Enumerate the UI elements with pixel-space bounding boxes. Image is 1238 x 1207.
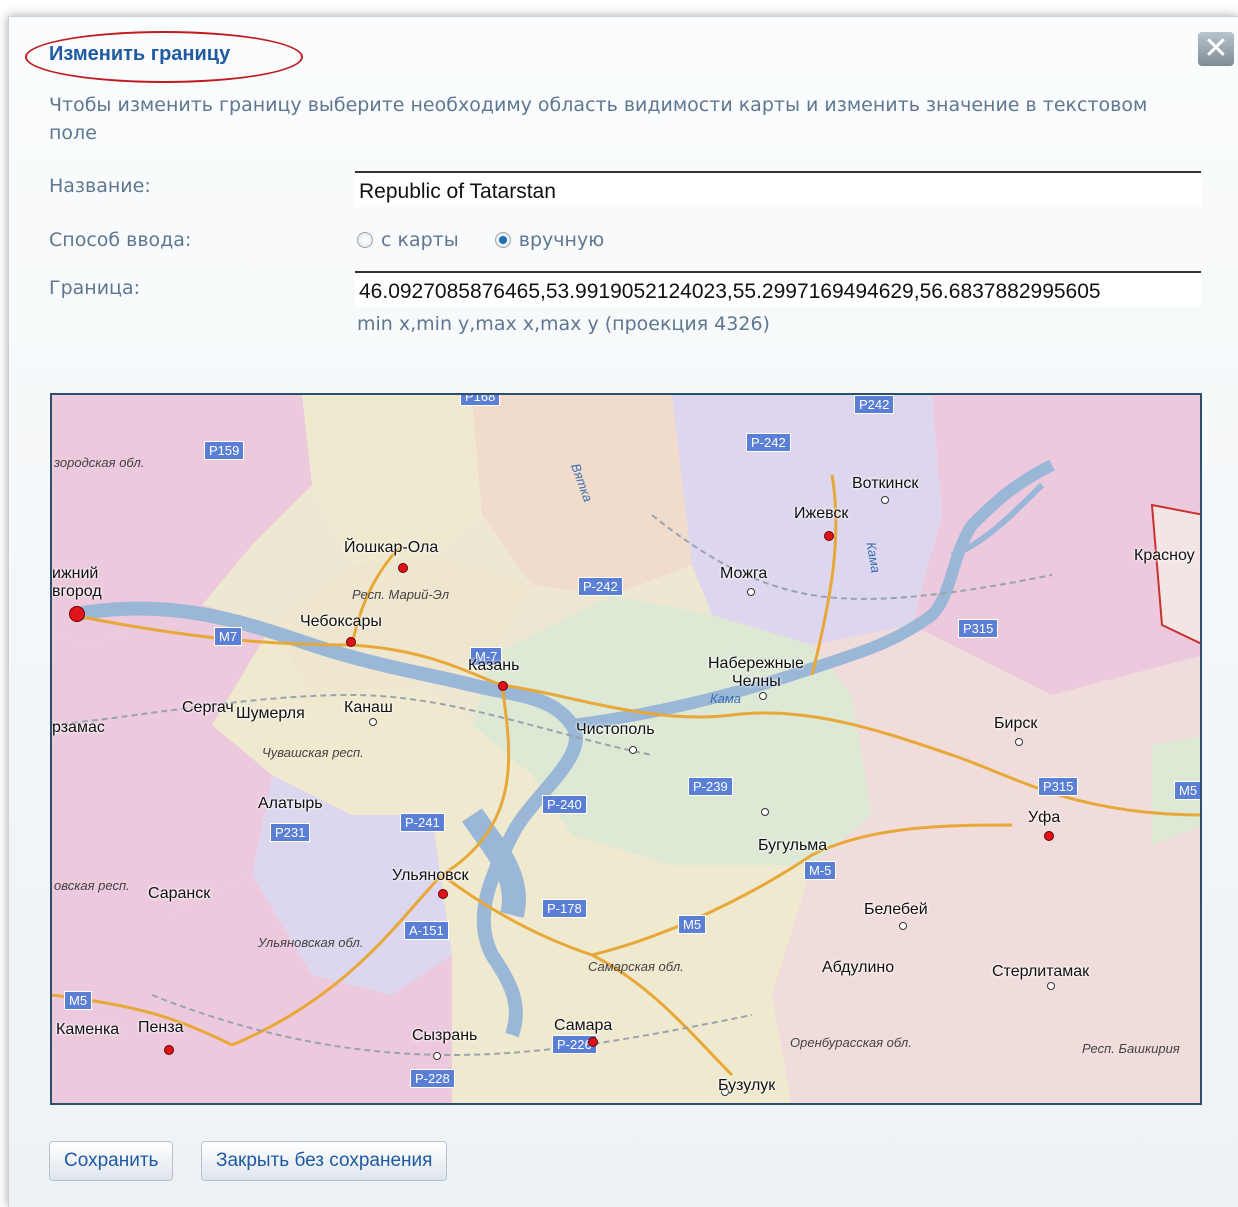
map-region-label: Самарская обл. <box>588 959 684 974</box>
map-city-label: Йошкар-Ола <box>344 539 439 556</box>
map-road-badge: Р-240 <box>542 795 587 814</box>
input-method-label: Способ ввода: <box>49 229 192 251</box>
map-road-badge: Р-242 <box>746 433 791 452</box>
map-town-marker <box>761 808 769 816</box>
radio-manual-label: вручную <box>518 229 605 251</box>
map-city-label: Пенза <box>138 1019 184 1036</box>
map-road-badge: Р-228 <box>410 1069 455 1088</box>
map-city-label: Бузулук <box>718 1077 776 1094</box>
map-city-label: Ижевск <box>794 505 849 522</box>
border-input[interactable] <box>355 271 1201 307</box>
map-road-badge: Р231 <box>270 823 311 842</box>
map-city-label: ижний <box>52 565 99 582</box>
map-city-label: Воткинск <box>852 475 919 492</box>
map-road-badge: Р242 <box>854 395 895 414</box>
map-city-label: Шумерля <box>236 705 305 722</box>
map-region-label: зородская обл. <box>54 455 145 470</box>
map-town-marker <box>629 746 637 754</box>
map-road-badge: Р168 <box>460 395 501 406</box>
map-road-badge: Р-241 <box>400 813 445 832</box>
map-city-label: Набережные <box>708 655 804 672</box>
map-road-badge: М7 <box>214 627 243 646</box>
map-city-label: Можга <box>720 565 768 582</box>
map-view[interactable]: зородская обл. Респ. Марий-Эл Чувашская … <box>50 393 1202 1105</box>
map-city-marker <box>398 563 408 573</box>
map-city-label: Алатырь <box>258 795 323 812</box>
close-without-save-button[interactable]: Закрыть без сохранения <box>201 1141 448 1181</box>
map-region-label: Респ. Марий-Эл <box>352 587 450 602</box>
map-town-marker <box>433 1052 441 1060</box>
map-city-label: Бугульма <box>758 837 828 854</box>
border-label: Граница: <box>49 277 141 299</box>
map-road-badge: Р159 <box>204 441 245 460</box>
map-region-label: Ульяновская обл. <box>258 935 364 950</box>
map-city-marker <box>498 681 508 691</box>
input-method-radio-group: с карты вручную <box>357 229 634 253</box>
map-town-marker <box>1047 982 1055 990</box>
map-city-marker <box>824 531 834 541</box>
map-city-marker <box>346 637 356 647</box>
name-input[interactable] <box>355 171 1201 207</box>
map-city-label: Каменка <box>56 1021 120 1038</box>
map-road-badge: М-5 <box>804 861 837 880</box>
map-region-label: Респ. Башкирия <box>1082 1041 1180 1056</box>
map-city-label: Чистополь <box>576 721 655 738</box>
map-road-badge: А-151 <box>404 921 449 940</box>
map-town-marker <box>881 496 889 504</box>
dialog-title: Изменить границу <box>49 43 231 65</box>
radio-manual-circle[interactable] <box>494 232 511 248</box>
map-city-marker <box>164 1045 174 1055</box>
map-road-badge: Р315 <box>1038 777 1079 796</box>
map-city-label: Красноу <box>1134 547 1195 564</box>
radio-from-map[interactable]: с карты <box>357 229 459 251</box>
close-icon[interactable]: ✕ <box>1198 32 1234 66</box>
map-road-badge: М5 <box>1174 781 1200 800</box>
map-region-label: Чувашская респ. <box>262 745 364 760</box>
map-town-marker <box>1015 738 1023 746</box>
map-road-badge: Р315 <box>958 619 999 638</box>
map-river-label: Кама <box>710 691 742 706</box>
map-city-label: Сергач <box>182 699 234 716</box>
radio-from-map-label: с карты <box>381 229 459 251</box>
map-city-label: Канаш <box>344 699 393 716</box>
map-city-label: Казань <box>468 657 520 674</box>
radio-from-map-circle[interactable] <box>357 232 373 248</box>
map-city-label: Челны <box>732 673 781 690</box>
map-city-marker <box>1044 831 1054 841</box>
map-road-badge: М5 <box>678 915 707 934</box>
map-city-marker <box>438 889 448 899</box>
map-road-badge: Р-178 <box>542 899 587 918</box>
save-button[interactable]: Сохранить <box>49 1141 174 1181</box>
map-city-marker <box>588 1037 598 1047</box>
map-city-label: Стерлитамак <box>992 963 1090 980</box>
map-region-label: Оренбурасская обл. <box>790 1035 912 1050</box>
map-city-marker <box>69 606 85 622</box>
edit-border-dialog: Изменить границу ✕ Чтобы изменить границ… <box>8 16 1238 1207</box>
map-town-marker <box>369 718 377 726</box>
map-city-label: рзамас <box>52 719 105 736</box>
map-town-marker <box>747 588 755 596</box>
map-road-badge: Р-239 <box>688 777 733 796</box>
border-hint: min x,min y,max x,max y (проекция 4326) <box>357 313 770 335</box>
map-road-badge: Р-242 <box>578 577 623 596</box>
map-city-label: Чебоксары <box>300 613 382 630</box>
map-town-marker <box>759 692 767 700</box>
name-label: Название: <box>49 175 151 197</box>
dialog-description: Чтобы изменить границу выберите необходи… <box>49 94 1148 144</box>
map-town-marker <box>899 922 907 930</box>
map-city-label: вгород <box>52 583 102 600</box>
map-city-label: Сызрань <box>412 1027 478 1044</box>
map-city-label: Самара <box>554 1017 613 1034</box>
radio-manual[interactable]: вручную <box>494 229 605 251</box>
map-road-badge: М5 <box>64 991 93 1010</box>
map-background <box>52 395 1200 1103</box>
map-city-label: Бирск <box>994 715 1038 732</box>
map-city-label: Саранск <box>148 885 211 902</box>
map-region-label: овская респ. <box>54 878 130 893</box>
map-city-label: Ульяновск <box>392 867 469 884</box>
map-city-label: Уфа <box>1028 809 1061 826</box>
map-city-label: Белебей <box>864 901 928 918</box>
map-city-label: Абдулино <box>822 959 895 976</box>
